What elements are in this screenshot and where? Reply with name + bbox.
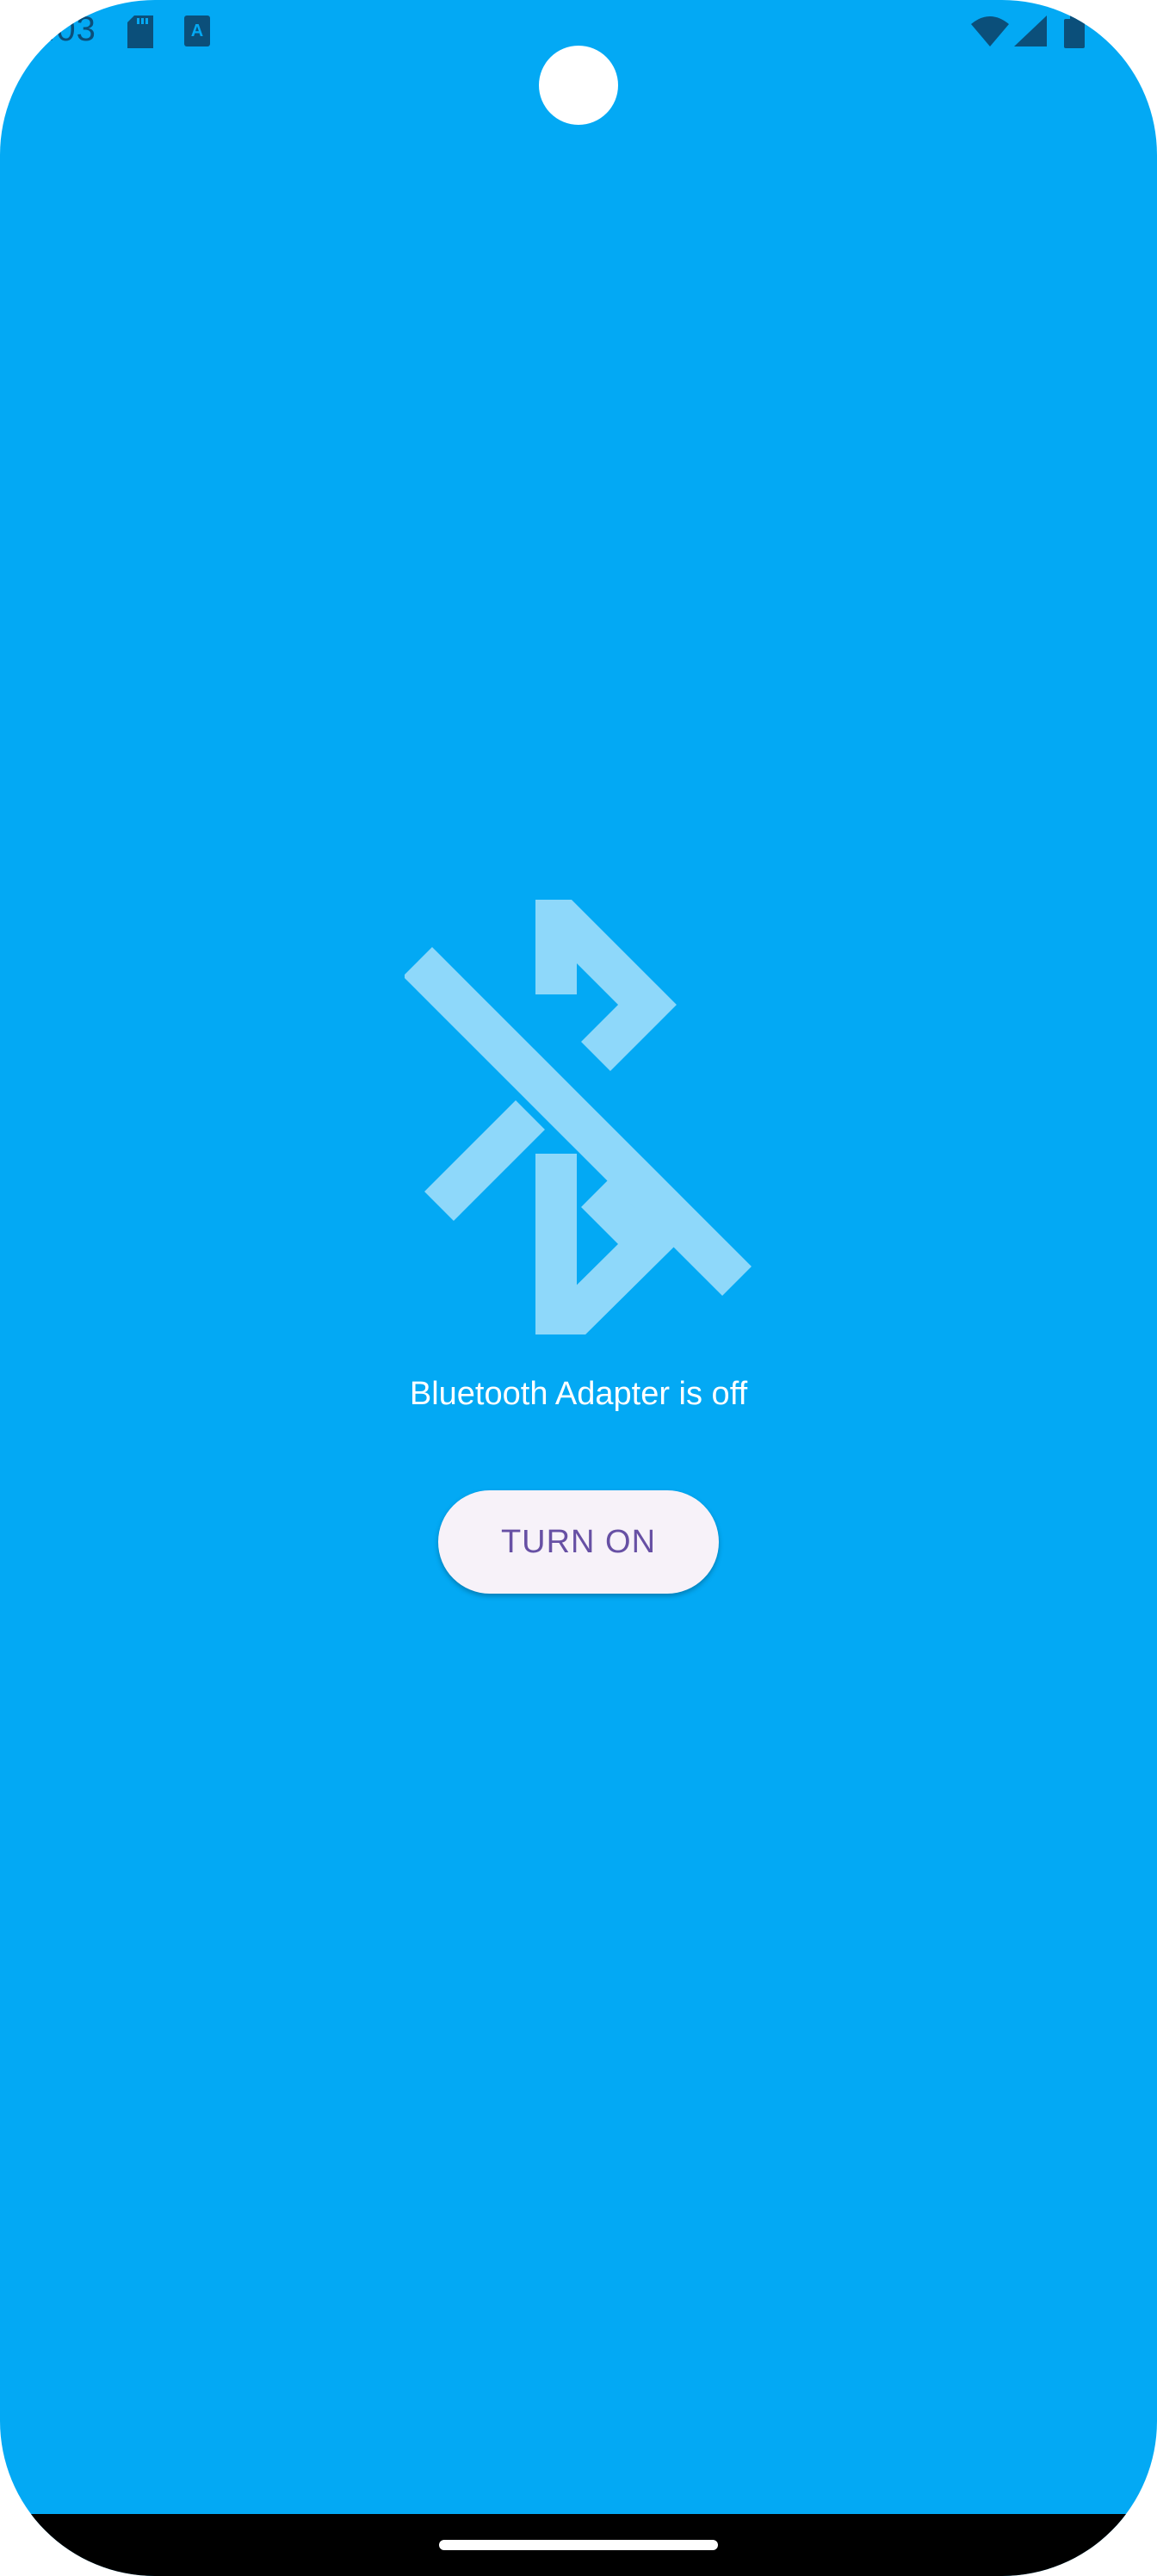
camera-cutout (539, 46, 618, 125)
battery-icon (1064, 15, 1085, 48)
home-indicator[interactable] (439, 2540, 718, 2550)
navigation-bar (0, 2514, 1157, 2576)
status-time: 8:03 (26, 10, 96, 48)
bluetooth-disabled-icon (405, 900, 752, 1334)
turn-on-button[interactable]: TURN ON (438, 1490, 719, 1594)
svg-text:A: A (191, 22, 203, 40)
sd-card-icon (127, 15, 153, 48)
cell-signal-icon (1014, 15, 1047, 46)
accessibility-a-icon: A (184, 15, 210, 46)
wifi-icon (971, 16, 1009, 46)
bluetooth-status-message: Bluetooth Adapter is off (409, 1376, 748, 1412)
app-screen: 8:03 A Bluetooth Adapter is off TURN ON (0, 0, 1157, 2576)
